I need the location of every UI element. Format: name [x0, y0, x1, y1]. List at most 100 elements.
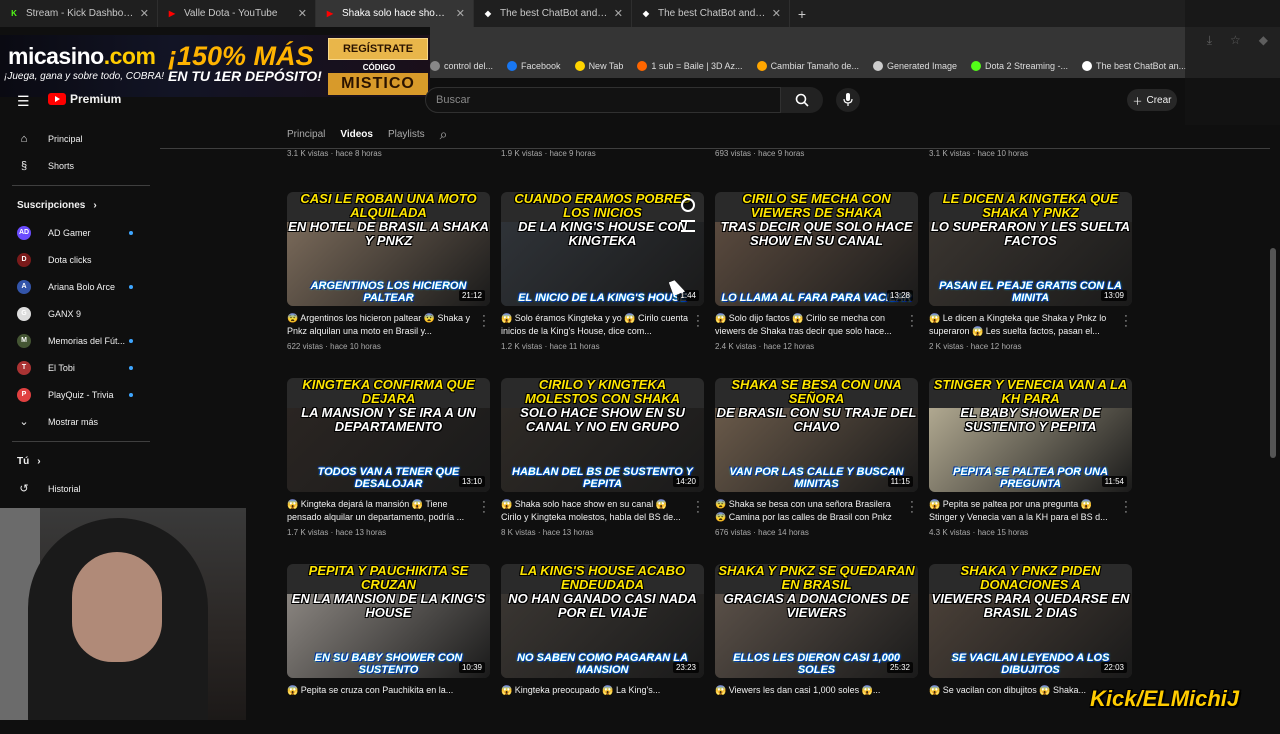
thumbnail-headline: SHAKA SE BESA CON UNA SEÑORA: [731, 378, 902, 406]
video-title[interactable]: 😱 Viewers les dan casi 1,000 soles 😱...: [715, 684, 903, 710]
channel-avatar: AD: [17, 225, 31, 240]
chevron-right-icon: ›: [93, 200, 97, 211]
video-thumbnail[interactable]: CIRILO SE MECHA CON VIEWERS DE SHAKA TRAS…: [715, 192, 918, 306]
close-tab-icon[interactable]: ✕: [614, 7, 623, 20]
channel-tab[interactable]: Playlists: [388, 129, 425, 140]
video-thumbnail[interactable]: STINGER Y VENECIA VAN A LA KH PARA EL BAB…: [929, 378, 1132, 492]
add-to-queue-icon[interactable]: [681, 220, 695, 232]
video-thumbnail[interactable]: KINGTEKA CONFIRMA QUE DEJARA LA MANSION Y…: [287, 378, 490, 492]
scrollbar[interactable]: [1270, 248, 1276, 458]
video-thumbnail[interactable]: SHAKA Y PNKZ SE QUEDARAN EN BRASIL GRACIA…: [715, 564, 918, 678]
browser-tab[interactable]: ◆ The best ChatBot and Widgets ✕: [474, 0, 632, 27]
video-card[interactable]: PEPITA Y PAUCHIKITA SE CRUZAN EN LA MANSI…: [287, 564, 490, 734]
video-title[interactable]: 😱 Pepita se paltea por una pregunta 😱 St…: [929, 498, 1117, 524]
sidebar: ⌂ Principal § Shorts Suscripciones › AD AD Game…: [0, 125, 155, 525]
more-options-icon[interactable]: · · ·: [695, 497, 701, 518]
bookmark-item[interactable]: The best ChatBot an...: [1082, 61, 1186, 71]
you-heading[interactable]: Tú ›: [0, 448, 155, 475]
video-thumbnail[interactable]: PEPITA Y PAUCHIKITA SE CRUZAN EN LA MANSI…: [287, 564, 490, 678]
video-title[interactable]: 😱 Le dicen a Kingteka que Shaka y Pnkz l…: [929, 312, 1117, 338]
more-options-icon[interactable]: · · ·: [1123, 497, 1129, 518]
video-card[interactable]: KINGTEKA CONFIRMA QUE DEJARA LA MANSION Y…: [287, 378, 490, 548]
more-options-icon[interactable]: · · ·: [481, 311, 487, 332]
thumbnail-title-text: CASI LE ROBAN UNA MOTO ALQUILADA EN HOTEL…: [287, 192, 490, 248]
subscription-item[interactable]: D Dota clicks: [0, 246, 155, 273]
menu-icon[interactable]: ☰: [17, 93, 30, 110]
subscription-label: Mostrar más: [48, 416, 99, 427]
search-input[interactable]: Buscar: [425, 87, 781, 113]
video-card[interactable]: STINGER Y VENECIA VAN A LA KH PARA EL BAB…: [929, 378, 1132, 548]
subscription-item[interactable]: T El Tobi: [0, 354, 155, 381]
subscription-item[interactable]: ⌄ Mostrar más: [0, 408, 155, 435]
video-card[interactable]: CIRILO Y KINGTEKA MOLESTOS CON SHAKA SOLO…: [501, 378, 704, 548]
subscriptions-heading[interactable]: Suscripciones ›: [0, 192, 155, 219]
more-options-icon[interactable]: · · ·: [909, 311, 915, 332]
bookmark-favicon-icon: [637, 61, 648, 71]
video-title[interactable]: 😱 Shaka solo hace show en su canal 😱 Cir…: [501, 498, 689, 524]
video-card[interactable]: SHAKA Y PNKZ SE QUEDARAN EN BRASIL GRACIA…: [715, 564, 918, 734]
video-card[interactable]: CASI LE ROBAN UNA MOTO ALQUILADA EN HOTEL…: [287, 192, 490, 362]
video-thumbnail[interactable]: SHAKA SE BESA CON UNA SEÑORA DE BRASIL CO…: [715, 378, 918, 492]
channel-search-icon[interactable]: ⌕: [440, 126, 448, 143]
thumbnail-title-text: CUANDO ERAMOS POBRES LOS INICIOS DE LA KI…: [501, 192, 704, 248]
voice-search-button[interactable]: [836, 88, 860, 112]
video-title[interactable]: 😨 Shaka se besa con una señora Brasilera…: [715, 498, 903, 524]
browser-tab[interactable]: ◆ The best ChatBot and Widgets ✕: [632, 0, 790, 27]
video-card[interactable]: LA KING'S HOUSE ACABO ENDEUDADA NO HAN GA…: [501, 564, 704, 734]
search-button[interactable]: [781, 87, 823, 113]
bookmark-item[interactable]: Cambiar Tamaño de...: [756, 61, 859, 71]
youtube-logo[interactable]: Premium: [48, 92, 121, 106]
create-button[interactable]: ＋ Crear: [1127, 89, 1177, 111]
bookmark-item[interactable]: Facebook: [507, 61, 561, 71]
subscription-item[interactable]: G GANX 9: [0, 300, 155, 327]
video-thumbnail[interactable]: LA KING'S HOUSE ACABO ENDEUDADA NO HAN GA…: [501, 564, 704, 678]
sidebar-item-history[interactable]: ↺ Historial: [0, 475, 155, 502]
more-options-icon[interactable]: · · ·: [695, 311, 701, 332]
close-tab-icon[interactable]: ✕: [298, 7, 307, 20]
close-tab-icon[interactable]: ✕: [772, 7, 781, 20]
video-title[interactable]: 😱 Solo éramos Kingteka y yo 😱 Cirilo cue…: [501, 312, 689, 338]
more-options-icon[interactable]: · · ·: [909, 497, 915, 518]
subscription-item[interactable]: P PlayQuiz - Trivia: [0, 381, 155, 408]
subscription-item[interactable]: M Memorias del Fút...: [0, 327, 155, 354]
video-title[interactable]: 😱 Se vacilan con dibujitos 😱 Shaka...: [929, 684, 1117, 710]
bookmark-item[interactable]: New Tab: [574, 61, 623, 71]
watch-later-icon[interactable]: [681, 198, 695, 212]
address-bar[interactable]: ⤓ ☆ ◆: [430, 27, 1280, 54]
more-options-icon[interactable]: · · ·: [481, 497, 487, 518]
browser-tab[interactable]: ▶ Valle Dota - YouTube ✕: [158, 0, 316, 27]
subscription-item[interactable]: A Ariana Bolo Arce: [0, 273, 155, 300]
close-tab-icon[interactable]: ✕: [456, 7, 465, 20]
video-title[interactable]: 😱 Kingteka preocupado 😱 La King's...: [501, 684, 689, 710]
channel-tab[interactable]: Principal: [287, 129, 325, 140]
video-thumbnail[interactable]: LE DICEN A KINGTEKA QUE SHAKA Y PNKZ LO S…: [929, 192, 1132, 306]
video-thumbnail[interactable]: CASI LE ROBAN UNA MOTO ALQUILADA EN HOTEL…: [287, 192, 490, 306]
close-tab-icon[interactable]: ✕: [140, 7, 149, 20]
thumbnail-subheadline: LA MANSION Y SE IRA A UN DEPARTAMENTO: [301, 405, 476, 434]
video-card[interactable]: CUANDO ERAMOS POBRES LOS INICIOS DE LA KI…: [501, 192, 704, 362]
bookmark-item[interactable]: control del...: [430, 61, 493, 71]
live-indicator: [129, 393, 133, 397]
video-card[interactable]: CIRILO SE MECHA CON VIEWERS DE SHAKA TRAS…: [715, 192, 918, 362]
subscription-item[interactable]: AD AD Gamer: [0, 219, 155, 246]
bookmark-item[interactable]: Generated Image: [872, 61, 957, 71]
chevron-right-icon: ›: [37, 456, 41, 467]
bookmark-item[interactable]: 1 sub = Baile | 3D Az...: [637, 61, 743, 71]
video-title[interactable]: 😱 Kingteka dejará la mansión 😱 Tiene pen…: [287, 498, 475, 524]
browser-tab[interactable]: ▶ Shaka solo hace show en su ✕: [316, 0, 474, 27]
video-title[interactable]: 😱 Solo dijo factos 😱 Cirilo se mecha con…: [715, 312, 903, 338]
browser-tab[interactable]: K Stream - Kick Dashboard ✕: [0, 0, 158, 27]
video-card[interactable]: LE DICEN A KINGTEKA QUE SHAKA Y PNKZ LO S…: [929, 192, 1132, 362]
bookmark-item[interactable]: Dota 2 Streaming -...: [971, 61, 1068, 71]
video-card[interactable]: SHAKA SE BESA CON UNA SEÑORA DE BRASIL CO…: [715, 378, 918, 548]
video-title[interactable]: 😱 Pepita se cruza con Pauchikita en la..…: [287, 684, 475, 710]
video-thumbnail[interactable]: CIRILO Y KINGTEKA MOLESTOS CON SHAKA SOLO…: [501, 378, 704, 492]
video-meta: 1.7 K vistas · hace 13 horas: [287, 528, 387, 537]
sidebar-item-shorts[interactable]: § Shorts: [0, 152, 155, 179]
channel-tab[interactable]: Videos: [340, 129, 373, 140]
video-title[interactable]: 😨 Argentinos los hicieron paltear 😨 Shak…: [287, 312, 475, 338]
new-tab-button[interactable]: +: [790, 6, 814, 22]
video-thumbnail[interactable]: SHAKA Y PNKZ PIDEN DONACIONES A VIEWERS P…: [929, 564, 1132, 678]
more-options-icon[interactable]: · · ·: [1123, 311, 1129, 332]
sidebar-item-principal[interactable]: ⌂ Principal: [0, 125, 155, 152]
